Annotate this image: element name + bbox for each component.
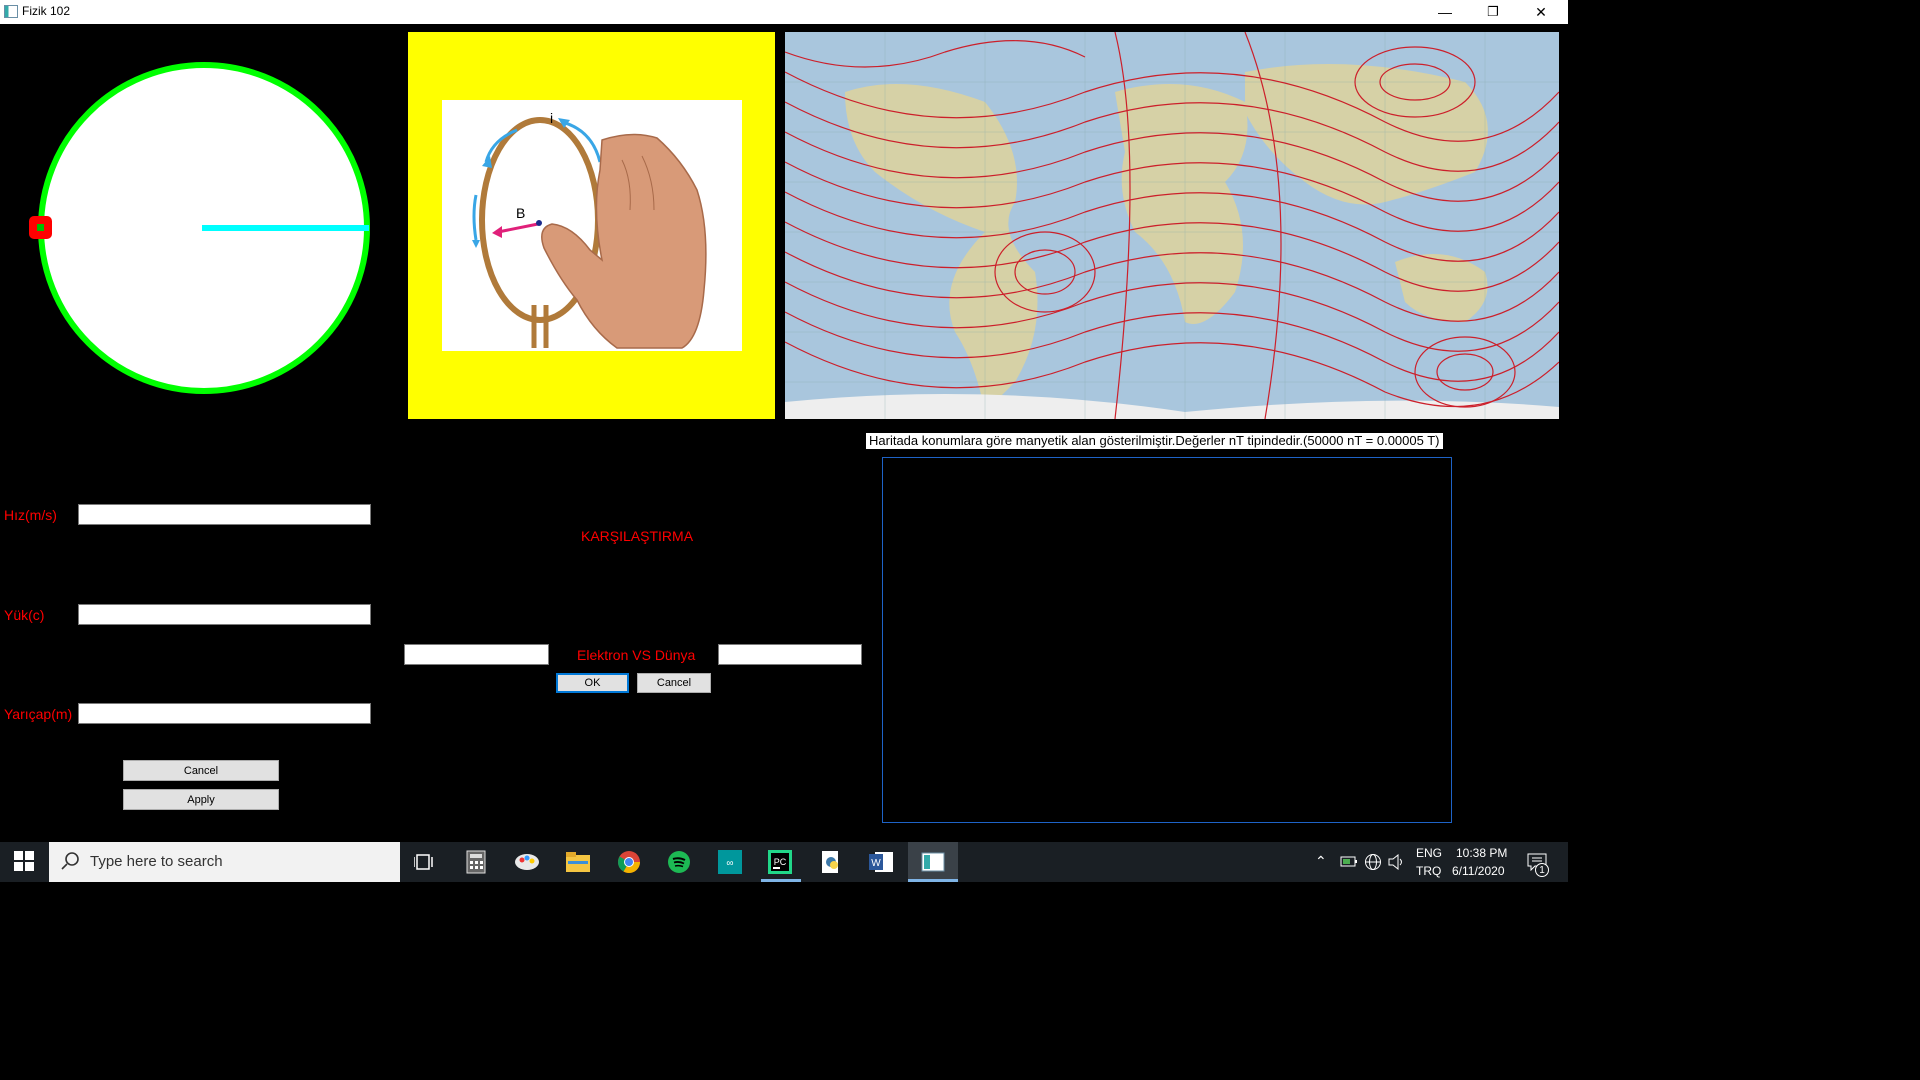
particle-center <box>37 224 44 231</box>
radius-label: Yarıçap(m) <box>4 706 73 722</box>
charge-label: Yük(c) <box>4 607 45 623</box>
right-hand-rule-image <box>442 100 742 351</box>
title-bar <box>0 0 1568 24</box>
restore-button[interactable]: ❐ <box>1470 0 1516 24</box>
ok-button[interactable]: OK <box>556 673 629 693</box>
clock-date[interactable]: 6/11/2020 <box>1452 864 1505 878</box>
svg-text:PC: PC <box>774 857 787 867</box>
output-panel <box>882 457 1452 823</box>
calculator-icon[interactable] <box>462 848 490 876</box>
svg-text:∞: ∞ <box>726 858 733 869</box>
magnetic-field-map <box>785 32 1559 419</box>
speed-label: Hız(m/s) <box>4 507 57 523</box>
language-bottom[interactable]: TRQ <box>1416 864 1441 878</box>
comparison-cancel-button[interactable]: Cancel <box>637 673 711 693</box>
window-title: Fizik 102 <box>22 4 71 18</box>
show-hidden-icons-icon[interactable]: ⌃ <box>1315 853 1327 870</box>
search-placeholder: Type here to search <box>90 853 223 870</box>
language-top[interactable]: ENG <box>1416 846 1442 860</box>
pycharm-active-indicator <box>761 879 801 882</box>
app-icon <box>4 5 18 18</box>
python-file-icon[interactable] <box>817 848 845 876</box>
apply-button[interactable]: Apply <box>123 789 279 810</box>
windows-start-icon[interactable] <box>14 851 34 871</box>
pycharm-icon[interactable]: PC <box>766 848 794 876</box>
file-explorer-icon[interactable] <box>564 848 592 876</box>
field-label: B <box>516 205 526 221</box>
task-view-icon[interactable] <box>410 848 438 876</box>
close-button[interactable]: ✕ <box>1518 0 1564 24</box>
speed-input[interactable] <box>78 504 371 525</box>
word-icon[interactable]: W <box>867 848 895 876</box>
earth-value-field[interactable] <box>718 644 862 665</box>
network-icon[interactable] <box>1364 853 1382 876</box>
volume-icon[interactable] <box>1388 853 1406 875</box>
clock-time[interactable]: 10:38 PM <box>1456 846 1507 860</box>
arduino-icon[interactable]: ∞ <box>716 848 744 876</box>
spotify-icon[interactable] <box>665 848 693 876</box>
svg-text:W: W <box>871 858 881 869</box>
notification-badge: 1 <box>1535 863 1549 877</box>
fizik-app-icon[interactable] <box>919 848 947 876</box>
radius-input[interactable] <box>78 703 371 724</box>
form-cancel-button[interactable]: Cancel <box>123 760 279 781</box>
electron-value-field[interactable] <box>404 644 549 665</box>
orbit-canvas <box>29 62 370 394</box>
charge-input[interactable] <box>78 604 371 625</box>
comparison-title: KARŞILAŞTIRMA <box>581 528 694 544</box>
current-label: i <box>550 110 554 126</box>
battery-icon[interactable] <box>1340 854 1358 873</box>
fizik-active-indicator <box>908 879 958 882</box>
map-caption: Haritada konumlara göre manyetik alan gö… <box>866 433 1443 449</box>
chrome-icon[interactable] <box>615 848 643 876</box>
comparison-label: Elektron VS Dünya <box>577 647 696 663</box>
search-icon <box>60 851 80 876</box>
minimize-button[interactable]: — <box>1422 0 1468 24</box>
world-map-illustration <box>785 32 1559 419</box>
paint-app-icon[interactable] <box>513 848 541 876</box>
hand-coil-illustration <box>472 117 707 349</box>
